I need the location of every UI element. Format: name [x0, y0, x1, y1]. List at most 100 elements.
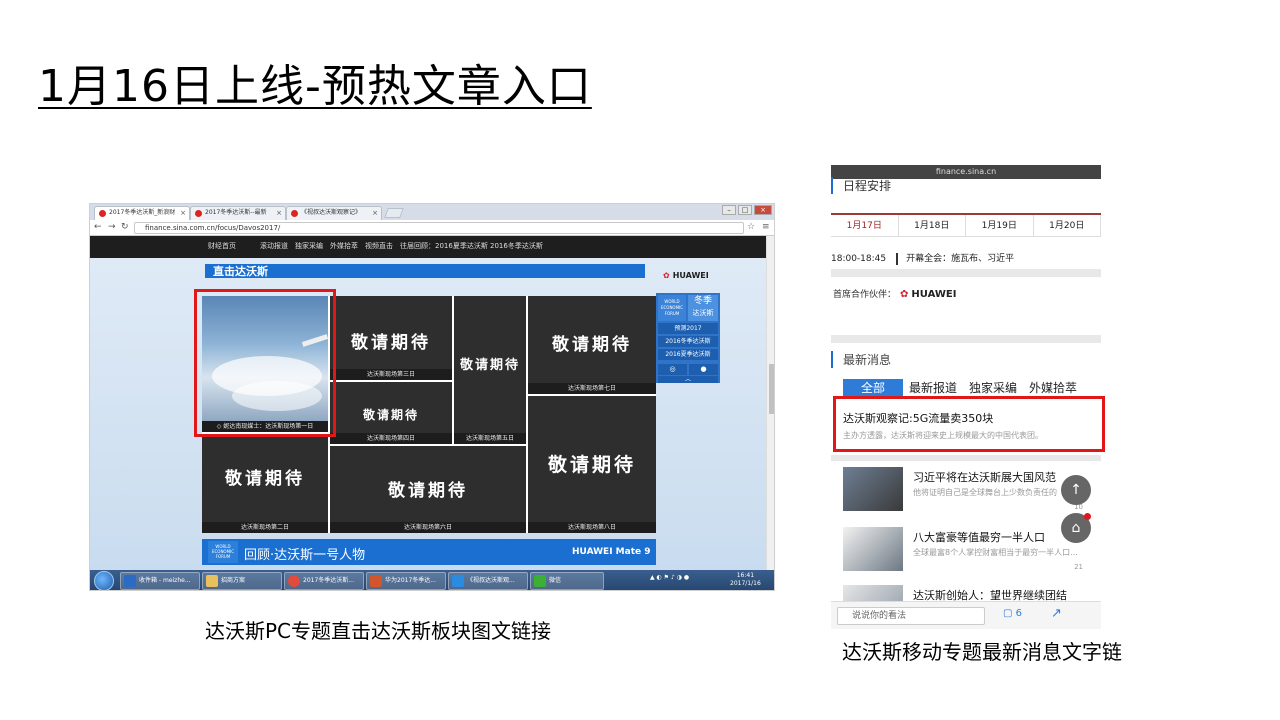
task-folder[interactable]: 招商方案 — [202, 572, 282, 590]
date-tab-0119[interactable]: 1月19日 — [966, 215, 1034, 236]
grid-cell-day3[interactable]: 敬请期待 达沃斯现场第三日 — [330, 296, 452, 380]
news-title: 最新消息 — [831, 351, 891, 368]
browser-tab-1[interactable]: 2017冬季达沃斯_新浪财 × — [94, 206, 190, 220]
task-label: 《视叔达沃斯观... — [467, 577, 515, 584]
scroll-top-button[interactable]: ↑ — [1061, 475, 1091, 505]
tab-close-icon[interactable]: × — [180, 207, 186, 219]
maximize-icon[interactable]: □ — [738, 205, 752, 215]
web-page: 财经首页 滚动报道 独家采编 外媒拾萃 视频直击 往届回顾：2016夏季达沃斯 … — [90, 236, 766, 570]
page-scrollbar[interactable] — [766, 236, 774, 570]
grid-cell-day4[interactable]: 敬请期待 达沃斯现场第四日 — [330, 382, 452, 444]
app-icon — [452, 575, 464, 587]
nav-link-rolling[interactable]: 滚动报道 — [260, 241, 288, 251]
highlight-box-pc — [194, 289, 336, 437]
forward-arrow-icon[interactable]: → — [108, 222, 116, 232]
minimize-icon[interactable]: – — [722, 205, 736, 215]
home-button[interactable]: ⌂ — [1061, 513, 1091, 543]
sina-favicon-icon — [99, 210, 106, 217]
browser-tabbar: 2017冬季达沃斯_新浪财 × 2017冬季达沃斯--最新 × 《视叔达沃斯观察… — [90, 204, 774, 220]
tab-close-icon[interactable]: × — [372, 207, 378, 219]
news-tab-latest[interactable]: 最新报道 — [903, 379, 963, 397]
windows-start-icon[interactable] — [94, 571, 114, 590]
powerpoint-icon — [370, 575, 382, 587]
sina-favicon-icon — [195, 210, 202, 217]
review-banner[interactable]: WORLD ECONOMIC FORUM 回顾·达沃斯一号人物 HUAWEI M… — [202, 539, 656, 565]
date-tab-0117[interactable]: 1月17日 — [831, 215, 899, 236]
grid-cell-day6[interactable]: 敬请期待 达沃斯现场第六日 — [330, 446, 526, 533]
partner-row: 首席合作伙伴： ✿ HUAWEI — [833, 287, 956, 300]
task-label: 华为2017冬季达... — [385, 577, 436, 584]
outlook-icon — [124, 575, 136, 587]
grid-cell-day8[interactable]: 敬请期待 达沃斯现场第八日 — [528, 396, 656, 533]
nav-link-review-summer[interactable]: 往届回顾：2016夏季达沃斯 — [400, 241, 488, 251]
grid-cell-day5[interactable]: 敬请期待 达沃斯现场第五日 — [454, 296, 526, 444]
news-tab-all[interactable]: 全部 — [843, 379, 903, 397]
comment-input[interactable]: 说说你的看法 — [837, 607, 985, 625]
weibo-icon[interactable]: ◎ — [658, 364, 687, 375]
sina-favicon-icon — [291, 210, 298, 217]
side-link-forecast[interactable]: 预测2017 — [658, 323, 718, 334]
reload-icon[interactable]: ↻ — [121, 222, 129, 232]
browser-menu-icon[interactable]: ≡ — [762, 222, 770, 232]
grid-cell-caption: 达沃斯现场第七日 — [528, 383, 656, 394]
comment-count-value: 6 — [1015, 608, 1023, 619]
partner-label: 首席合作伙伴： — [833, 290, 897, 300]
caption-mobile: 达沃斯移动专题最新消息文字链 — [842, 640, 1122, 664]
grid-cell-caption: 达沃斯现场第四日 — [330, 433, 452, 444]
huawei-flower-icon: ✿ — [900, 289, 909, 300]
date-tab-0120[interactable]: 1月20日 — [1033, 215, 1101, 236]
grid-cell-caption: 达沃斯现场第二日 — [202, 522, 328, 533]
grid-cell-day7[interactable]: 敬请期待 达沃斯现场第七日 — [528, 296, 656, 394]
url-input[interactable]: finance.sina.com.cn/focus/Davos2017/ — [134, 222, 744, 234]
placeholder-text: 敬请期待 — [547, 454, 636, 476]
section-divider — [831, 455, 1101, 461]
task-chrome[interactable]: 2017冬季达沃斯... — [284, 572, 364, 590]
item-headline: 习近平将在达沃斯展大国风范 — [913, 471, 1056, 484]
comment-bar: 说说你的看法 ▢ 6 ↗ — [831, 601, 1101, 629]
grid-cell-caption: 达沃斯现场第五日 — [454, 433, 526, 444]
placeholder-text: 敬请期待 — [459, 358, 520, 373]
side-link-winter-2016[interactable]: 2016冬季达沃斯 — [658, 336, 718, 347]
nav-link-exclusive[interactable]: 独家采编 — [295, 241, 323, 251]
task-outlook[interactable]: 收件箱 - meizhe... — [120, 572, 200, 590]
system-clock[interactable]: 16:41 2017/1/16 — [730, 572, 761, 588]
nav-link-finance-home[interactable]: 财经首页 — [208, 241, 236, 251]
system-tray[interactable]: ▲ ◐ ⚑ ♪ ◑ ● — [650, 574, 689, 581]
nav-link-foreign[interactable]: 外媒拾萃 — [330, 241, 358, 251]
bookmark-star-icon[interactable]: ☆ — [747, 222, 755, 232]
side-link-summer-2016[interactable]: 2016夏季达沃斯 — [658, 349, 718, 360]
task-powerpoint[interactable]: 华为2017冬季达... — [366, 572, 446, 590]
task-label: 2017冬季达沃斯... — [303, 577, 354, 584]
section-header: 直击达沃斯 — [205, 264, 645, 278]
news-tab-foreign[interactable]: 外媒拾萃 — [1023, 379, 1083, 397]
task-app[interactable]: 《视叔达沃斯观... — [448, 572, 528, 590]
nav-link-review-winter[interactable]: 2016冬季达沃斯 — [490, 241, 543, 251]
task-wechat[interactable]: 微信 — [530, 572, 604, 590]
nav-link-video[interactable]: 视频直击 — [365, 241, 393, 251]
close-window-icon[interactable]: × — [754, 205, 772, 215]
scroll-thumb[interactable] — [769, 364, 774, 414]
browser-tab-3[interactable]: 《视叔达沃斯观察记》 × — [286, 206, 382, 220]
schedule-row[interactable]: 18:00-18:45 开幕全会：施瓦布、习近平 — [831, 251, 1014, 265]
scroll-up-button[interactable]: ︿ — [658, 376, 718, 383]
wechat-icon[interactable]: ● — [689, 364, 718, 375]
season-label: 冬季 — [693, 296, 712, 306]
browser-tab-2[interactable]: 2017冬季达沃斯--最新 × — [190, 206, 286, 220]
schedule-title: 日程安排 — [831, 177, 891, 194]
tab-close-icon[interactable]: × — [276, 207, 282, 219]
news-tab-exclusive[interactable]: 独家采编 — [963, 379, 1023, 397]
browser-tab-label: 2017冬季达沃斯_新浪财 — [109, 209, 176, 216]
new-tab-button[interactable] — [384, 208, 404, 218]
share-icon[interactable]: ↗ — [1051, 606, 1062, 621]
back-arrow-icon[interactable]: ← — [94, 222, 102, 232]
date-tab-0118[interactable]: 1月18日 — [898, 215, 966, 236]
placeholder-text: 敬请期待 — [362, 408, 419, 422]
grid-cell-caption: 达沃斯现场第三日 — [330, 369, 452, 380]
season-sub-label: 达沃斯 — [692, 309, 714, 317]
grid-cell-day2[interactable]: 敬请期待 达沃斯现场第二日 — [202, 434, 328, 533]
placeholder-text: 敬请期待 — [351, 333, 431, 353]
task-label: 招商方案 — [221, 577, 246, 584]
windows-taskbar: 收件箱 - meizhe... 招商方案 2017冬季达沃斯... 华为2017… — [90, 570, 774, 590]
placeholder-text: 敬请期待 — [552, 335, 632, 355]
comment-count-button[interactable]: ▢ 6 — [1003, 608, 1022, 619]
